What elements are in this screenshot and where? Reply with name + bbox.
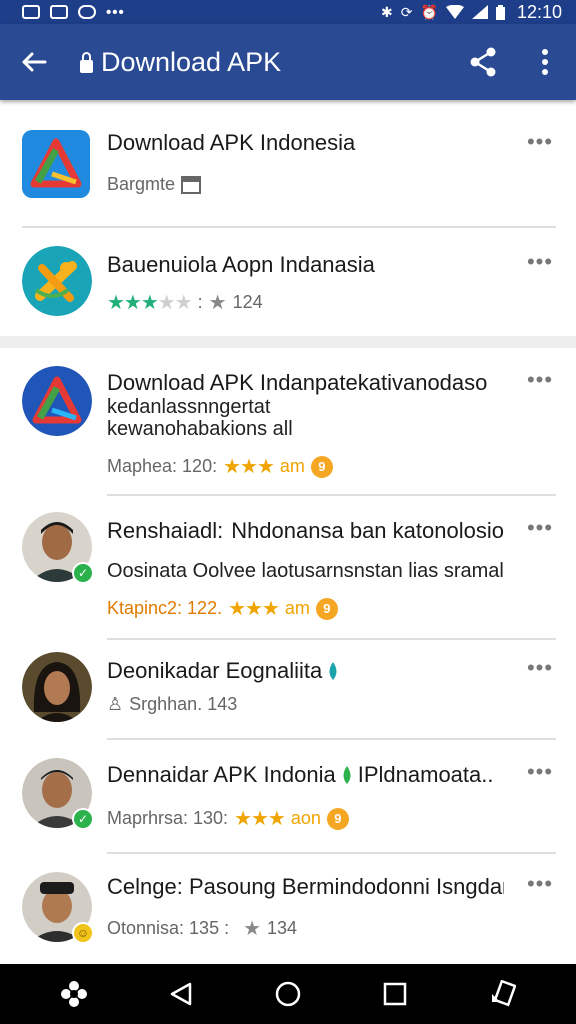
app-logo-icon [22, 366, 92, 436]
messenger-icon [78, 5, 96, 19]
back-triangle-icon [170, 982, 192, 1006]
item-meta: Bargmte [107, 174, 176, 194]
avatar-icon [22, 652, 92, 722]
assistant-icon [60, 981, 87, 1007]
meta-separator: : [197, 292, 203, 312]
item-description-2: kewanohabakions all [107, 418, 293, 440]
star-icon: ★ [208, 292, 227, 314]
list-item[interactable]: Bauenuiola Aopn Indanasia ★★★★★ : ★ 124 … [0, 228, 576, 336]
alarm-icon: ⏰ [420, 3, 438, 20]
drop-icon [329, 662, 337, 680]
avatar [22, 652, 92, 722]
lock-icon [80, 52, 93, 73]
nav-back-button[interactable] [151, 964, 211, 1024]
more-options-icon[interactable]: ••• [526, 131, 554, 158]
back-button[interactable] [0, 24, 68, 100]
item-description: kedanlassnngertat [107, 396, 271, 418]
item-title-suffix: IPldnamoata.. [357, 762, 494, 787]
item-meta: Srghhan. 143 [129, 694, 238, 714]
rating-stars: ★★★ [223, 456, 275, 478]
item-meta: Ktapinc2: 122. [107, 598, 223, 618]
arrow-left-icon [22, 52, 47, 72]
avatar: ✓ [22, 758, 94, 830]
item-meta: Otonnisa: 135 : [107, 918, 230, 938]
more-options-icon[interactable]: ••• [526, 517, 554, 544]
overflow-menu-button[interactable] [514, 24, 576, 100]
bluetooth-icon: ✱ [381, 3, 393, 20]
rating-suffix: aon [290, 808, 321, 828]
wifi-icon [445, 5, 464, 19]
app-logo-icon [22, 246, 92, 316]
avatar: ✓ [22, 512, 94, 584]
item-title: Celnge: Pasoung Bermindodonni Isngdannd [107, 874, 504, 899]
verified-badge-icon: ✓ [72, 562, 94, 584]
nav-recents-button[interactable] [365, 964, 425, 1024]
assistant-button[interactable] [44, 964, 104, 1024]
status-bar: ••• ✱ ⟳ ⏰ 12:10 [0, 0, 576, 24]
emoji-badge-icon: ☺ [72, 922, 94, 944]
clock: 12:10 [516, 1, 562, 22]
more-options-icon[interactable]: ••• [526, 873, 554, 900]
more-options-icon[interactable]: ••• [526, 369, 554, 396]
share-button[interactable] [452, 24, 514, 100]
nav-home-button[interactable] [258, 964, 318, 1024]
section-separator [0, 336, 576, 348]
calendar-icon [181, 175, 202, 194]
app-logo-icon [22, 130, 90, 198]
item-title: Dennaidar APK Indonia [107, 762, 336, 787]
drop-icon [343, 766, 351, 784]
item-title: Renshaiadl: [107, 518, 224, 543]
rating-suffix: am [284, 598, 310, 618]
item-title: Download APK Indanpatekativanodaso [107, 370, 488, 395]
share-icon [470, 47, 496, 77]
list-item[interactable]: Download APK Indonesia Bargmte ••• [0, 100, 576, 226]
gallery-icon [22, 5, 40, 19]
list-item[interactable]: Deonikadar Eognaliita ♙ Srghhan. 143 ••• [0, 640, 576, 738]
avatar: ☺ [22, 872, 94, 944]
page-title: Download APK [101, 46, 282, 77]
coin-badge-icon: 9 [310, 455, 333, 478]
list-item[interactable]: ✓ Renshaiadl: Nhdonansa ban katonolosio.… [0, 496, 576, 638]
rating-stars: ★★★★★ [107, 292, 193, 314]
rating-suffix: am [279, 456, 305, 476]
sync-icon: ⟳ [400, 3, 413, 20]
list-item[interactable]: ✓ Dennaidar APK Indonia IPldnamoata.. Ma… [0, 740, 576, 852]
list-item[interactable]: ☺ Celnge: Pasoung Bermindodonni Isngdann… [0, 854, 576, 964]
more-options-icon[interactable]: ••• [526, 761, 554, 788]
item-title: Deonikadar Eognaliita [107, 658, 323, 683]
rotate-icon [492, 980, 517, 1007]
app-list: Download APK Indonesia Bargmte ••• Bauen… [0, 100, 576, 964]
rating-stars: ★★★ [228, 598, 280, 620]
item-meta: Maprhrsa: 130: [107, 808, 229, 828]
item-title-suffix: Nhdonansa ban katonolosio... [231, 518, 504, 543]
more-options-icon[interactable]: ••• [526, 251, 554, 278]
signal-icon [471, 5, 488, 19]
more-options-icon[interactable]: ••• [526, 657, 554, 684]
battery-icon [495, 4, 505, 20]
system-nav-bar [0, 964, 576, 1024]
list-item[interactable]: Download APK Indanpatekativanodaso kedan… [0, 348, 576, 494]
person-icon: ♙ [107, 694, 124, 714]
item-description: Oosinata Oolvee laotusarnsnstan lias sra… [107, 560, 504, 582]
item-title: Download APK Indonesia [107, 130, 356, 155]
more-notifications-icon: ••• [106, 3, 125, 21]
item-title: Bauenuiola Aopn Indanasia [107, 252, 375, 277]
rating-stars: ★★★ [234, 808, 286, 830]
recents-square-icon [383, 982, 407, 1006]
more-vert-icon [542, 49, 548, 75]
item-meta: Maphea: 120: [107, 456, 218, 476]
coin-badge-icon: 9 [326, 807, 349, 830]
home-circle-icon [275, 981, 301, 1007]
verified-badge-icon: ✓ [72, 808, 94, 830]
app-bar: Download APK [0, 24, 576, 100]
coin-badge-icon: 9 [315, 597, 338, 620]
chat-icon [50, 5, 68, 19]
star-icon: ★ [243, 918, 262, 940]
item-meta-count: 124 [232, 292, 263, 312]
item-meta-count: 134 [267, 918, 298, 938]
rotate-button[interactable] [472, 964, 532, 1024]
